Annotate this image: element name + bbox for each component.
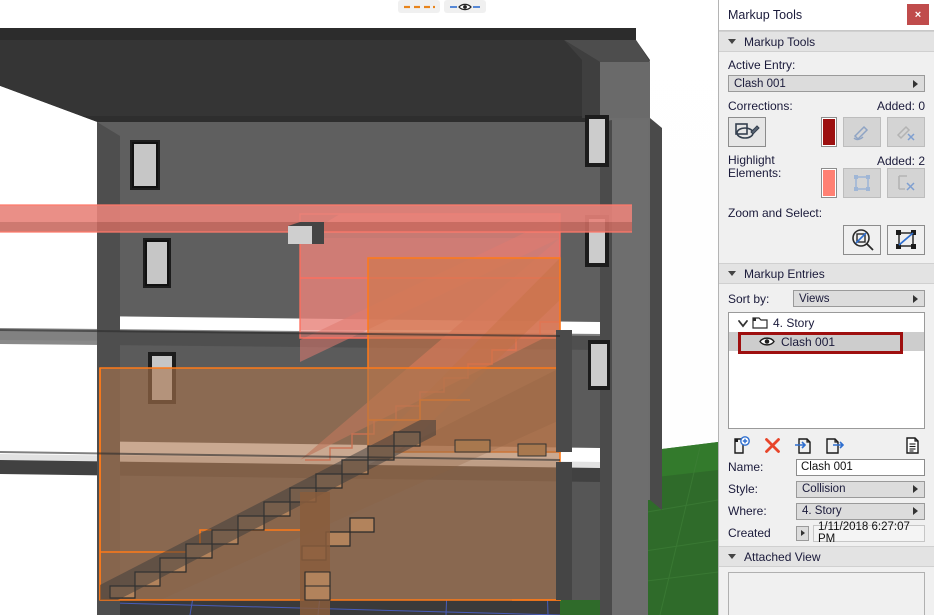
markup-tools-body: Active Entry: Clash 001 Corrections: Add…: [719, 52, 934, 255]
correction-pencil-icon: [735, 123, 760, 139]
sort-by-value: Views: [799, 292, 830, 305]
created-label: Created: [728, 526, 771, 540]
sort-by-label: Sort by:: [728, 291, 770, 306]
highlight-color: [823, 170, 835, 196]
active-entry-label: Active Entry:: [728, 58, 796, 72]
active-entry-value: Clash 001: [734, 77, 786, 90]
3d-viewport[interactable]: [0, 0, 718, 615]
section-title-markup-tools: Markup Tools: [744, 34, 816, 49]
remove-correction-icon: [896, 125, 915, 141]
field-row-where: Where: 4. Story: [728, 501, 925, 521]
story-folder-icon: [752, 317, 768, 329]
chevron-down-icon: [728, 39, 736, 44]
3d-model-render: [0, 0, 718, 615]
add-correction-icon: [853, 125, 869, 141]
corrections-added-count: Added: 0: [876, 99, 925, 113]
export-entry-icon[interactable]: [821, 434, 847, 456]
chevron-down-icon: [728, 271, 736, 276]
section-header-attached-view[interactable]: Attached View: [719, 546, 934, 567]
markup-entries-body: Sort by: Views 4. Story Clash 001 Name: …: [719, 284, 934, 545]
chevron-right-icon: [913, 79, 918, 88]
palette-title: Markup Tools: [728, 8, 803, 22]
style-label: Style:: [728, 482, 759, 496]
selection-highlight-box: [738, 332, 903, 354]
style-combo[interactable]: Collision: [796, 480, 925, 498]
highlight-label-line2: Elements:: [728, 166, 782, 180]
markup-tools-palette: Markup Tools × Markup Tools Active Entry…: [718, 0, 934, 615]
zoom-to-markup-button[interactable]: [843, 225, 881, 255]
name-input[interactable]: Clash 001: [796, 458, 925, 476]
delete-entry-icon[interactable]: [759, 434, 785, 456]
remove-highlight-button[interactable]: [887, 168, 925, 198]
zoom-to-markup-icon: [852, 229, 874, 251]
add-highlight-button[interactable]: [843, 168, 881, 198]
import-entry-icon[interactable]: [790, 434, 816, 456]
remove-highlight-icon: [898, 175, 915, 191]
sort-by-combo[interactable]: Views: [793, 290, 925, 307]
select-elements-icon: [896, 230, 916, 249]
created-expand-button[interactable]: [796, 525, 809, 541]
markup-entries-toolbar: [728, 433, 925, 457]
active-entry-combo[interactable]: Clash 001: [728, 75, 925, 92]
tree-group-story[interactable]: 4. Story: [729, 313, 924, 332]
report-icon[interactable]: [899, 434, 925, 456]
chevron-down-icon[interactable]: [737, 317, 749, 329]
section-title-markup-entries: Markup Entries: [744, 266, 825, 281]
remove-correction-button[interactable]: [887, 117, 925, 147]
palette-title-bar: Markup Tools ×: [719, 0, 934, 31]
chevron-right-icon: [913, 485, 918, 493]
corrections-label: Corrections:: [728, 99, 793, 113]
eye-visibility-icon[interactable]: [444, 0, 486, 13]
where-value: 4. Story: [802, 505, 842, 517]
markup-entries-tree[interactable]: 4. Story Clash 001: [728, 312, 925, 429]
section-title-attached-view: Attached View: [744, 549, 821, 564]
new-entry-icon[interactable]: [728, 434, 754, 456]
corrections-color-swatch[interactable]: [821, 117, 837, 147]
where-combo[interactable]: 4. Story: [796, 502, 925, 520]
corrections-color: [823, 119, 835, 145]
tree-group-label: 4. Story: [773, 315, 815, 330]
chevron-right-icon: [800, 530, 805, 536]
add-correction-button[interactable]: [843, 117, 881, 147]
chevron-down-icon: [728, 554, 736, 559]
field-row-created: Created 1/11/2018 6:27:07 PM: [728, 521, 925, 545]
add-highlight-icon: [854, 175, 870, 191]
highlight-added-count: Added: 2: [876, 154, 925, 168]
select-elements-button[interactable]: [887, 225, 925, 255]
dashed-line-icon[interactable]: [398, 0, 440, 13]
close-icon[interactable]: ×: [907, 4, 929, 25]
correction-pencil-icon-button[interactable]: [728, 117, 766, 147]
highlight-elements-label: Highlight Elements:: [728, 154, 781, 180]
where-label: Where:: [728, 504, 767, 518]
zoom-and-select-label: Zoom and Select:: [728, 206, 823, 220]
viewport-mini-toolbar[interactable]: [398, 0, 486, 13]
section-header-markup-entries[interactable]: Markup Entries: [719, 263, 934, 284]
field-row-style: Style: Collision: [728, 479, 925, 499]
style-value: Collision: [802, 483, 846, 495]
application-window: Markup Tools × Markup Tools Active Entry…: [0, 0, 934, 615]
name-label: Name:: [728, 460, 764, 474]
section-header-markup-tools[interactable]: Markup Tools: [719, 31, 934, 52]
field-row-name: Name: Clash 001: [728, 457, 925, 477]
chevron-right-icon: [913, 294, 918, 303]
chevron-right-icon: [913, 507, 918, 515]
attached-view-preview[interactable]: [728, 572, 925, 615]
highlight-color-swatch[interactable]: [821, 168, 837, 198]
created-value: 1/11/2018 6:27:07 PM: [813, 521, 925, 545]
